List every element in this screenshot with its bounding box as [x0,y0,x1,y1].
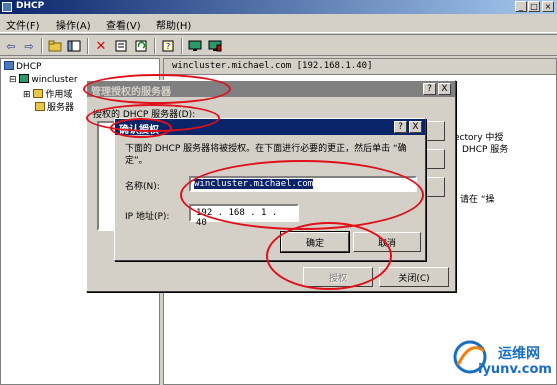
help-icon[interactable]: ? [160,38,176,54]
toolbar: ⇦ ⇨ ✕ ? [0,34,557,56]
tree-item-dhcp-root[interactable]: DHCP [4,61,41,73]
name-field[interactable]: wincluster.michael.com [189,176,417,192]
refresh-icon[interactable] [133,38,149,54]
toolbar-separator [154,38,156,54]
details-text-2: DHCP 服务 [462,145,509,155]
properties-icon[interactable] [113,38,129,54]
close-dialog-button[interactable]: 关闭(C) [379,267,449,287]
toolbar-separator [181,38,183,54]
menu-help[interactable]: 帮助(H) [156,17,191,32]
collapse-icon[interactable]: ⊟ [9,75,17,85]
delete-icon[interactable]: ✕ [93,38,109,54]
confirm-dialog-title: 确认授权 [119,125,159,136]
manage-dialog-title-bar: 管理授权的服务器 [87,81,455,98]
tree-item-server-options[interactable]: 服务器 [35,100,74,113]
menu-file[interactable]: 文件(F) [6,17,40,32]
ok-button[interactable]: 确定 [280,231,350,253]
details-header-text: wincluster.michael.com [192.168.1.40] [172,61,373,71]
watermark-site: iyunv.com [478,362,552,377]
menu-action[interactable]: 操作(A) [56,17,91,32]
menu-view[interactable]: 查看(V) [106,17,141,32]
manage-dialog-close-button[interactable]: X [438,83,451,95]
tree-item-scope[interactable]: ⊞ 作用域 [23,87,72,100]
server-icon [19,74,30,83]
back-arrow-icon[interactable]: ⇦ [3,38,19,54]
minimize-button[interactable]: _ [515,1,527,12]
name-label: 名称(N): [125,182,160,192]
window-title-bar: DHCP _ □ × [0,0,557,14]
menu-bar: 文件(F) 操作(A) 查看(V) 帮助(H) [0,15,557,33]
details-header: wincluster.michael.com [192.168.1.40] [164,59,556,75]
toolbar-separator [41,38,43,54]
cancel-button[interactable]: 取消 [353,232,421,252]
svg-text:?: ? [166,42,170,51]
details-text-3: 请在 “操 [460,195,495,205]
manage-dialog-help-button[interactable]: ? [423,83,436,95]
up-folder-icon[interactable] [47,38,63,54]
confirm-dialog-help-button[interactable]: ? [394,121,407,133]
show-tree-icon[interactable] [66,38,82,54]
dhcp-app-icon [2,2,12,12]
authorize-button[interactable]: 授权 [303,267,373,287]
folder-icon [35,102,45,111]
confirm-authorization-dialog: 确认授权 ? X 下面的 DHCP 服务器将被授权。在下面进行必要的更正，然后单… [114,118,426,261]
tree-item-server[interactable]: ⊟ wincluster [9,74,78,86]
ip-address-label: IP 地址(P): [125,212,170,222]
name-field-value: wincluster.michael.com [194,179,314,189]
expand-icon[interactable]: ⊞ [23,90,31,100]
dhcp-icon [4,61,14,70]
confirm-message: 下面的 DHCP 服务器将被授权。在下面进行必要的更正，然后单击 “确定”。 [125,144,407,166]
ip-address-field[interactable]: 192 . 168 . 1 . 40 [189,204,299,228]
watermark-brand: 运维网 [498,346,540,362]
maximize-button[interactable]: □ [528,1,540,12]
scope-folder-icon [33,89,44,98]
forward-arrow-icon[interactable]: ⇨ [21,38,37,54]
close-button[interactable]: × [542,1,554,12]
toolbar-separator [87,38,89,54]
server-monitor-icon[interactable] [207,38,223,54]
confirm-dialog-title-bar: 确认授权 [115,119,425,136]
confirm-dialog-close-button[interactable]: X [409,121,422,133]
monitor-icon[interactable] [187,38,203,54]
manage-dialog-title: 管理授权的服务器 [91,87,171,98]
window-title: DHCP [16,1,45,11]
